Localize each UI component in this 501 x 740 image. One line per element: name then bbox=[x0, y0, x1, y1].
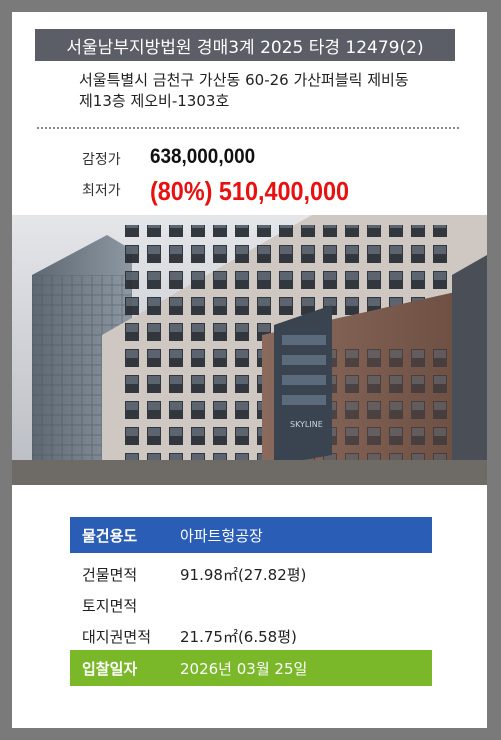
appraisal-label: 감정가 bbox=[82, 152, 121, 168]
building-photo: SKYLINE bbox=[12, 215, 487, 485]
land-right-value: 21.75㎡(6.58평) bbox=[180, 627, 297, 646]
land-right-row: 대지권면적 21.75㎡(6.58평) bbox=[70, 621, 432, 651]
building-area-label: 건물면적 bbox=[82, 565, 138, 584]
usage-value: 아파트형공장 bbox=[180, 526, 263, 545]
building-area-row: 건물면적 91.98㎡(27.82평) bbox=[70, 559, 432, 589]
property-address: 서울특별시 금천구 가산동 60-26 가산퍼블릭 제비동 제13층 제오비-1… bbox=[79, 70, 479, 112]
address-line-2: 제13층 제오비-1303호 bbox=[79, 92, 230, 110]
building-illustration: SKYLINE bbox=[12, 215, 487, 485]
auction-card: 서울남부지방법원 경매3계 2025 타경 12479(2) 서울특별시 금천구… bbox=[12, 12, 487, 728]
address-line-1: 서울특별시 금천구 가산동 60-26 가산퍼블릭 제비동 bbox=[79, 71, 409, 89]
dotted-divider bbox=[37, 127, 459, 129]
usage-row: 물건용도 아파트형공장 bbox=[70, 517, 432, 553]
court-case-title: 서울남부지방법원 경매3계 2025 타경 12479(2) bbox=[35, 29, 455, 61]
minimum-price-label: 최저가 bbox=[82, 183, 121, 199]
bid-date-value: 2026년 03월 25일 bbox=[180, 659, 308, 678]
sign-text: SKYLINE bbox=[290, 420, 323, 429]
land-area-label: 토지면적 bbox=[82, 596, 138, 615]
minimum-price-value: (80%) 510,400,000 bbox=[150, 176, 350, 206]
usage-label: 물건용도 bbox=[82, 526, 138, 545]
bid-date-row: 입찰일자 2026년 03월 25일 bbox=[70, 650, 432, 686]
land-area-row: 토지면적 bbox=[70, 590, 432, 620]
land-right-label: 대지권면적 bbox=[82, 627, 152, 646]
building-area-value: 91.98㎡(27.82평) bbox=[180, 565, 307, 584]
appraisal-value: 638,000,000 bbox=[150, 145, 256, 168]
bid-date-label: 입찰일자 bbox=[82, 659, 138, 678]
